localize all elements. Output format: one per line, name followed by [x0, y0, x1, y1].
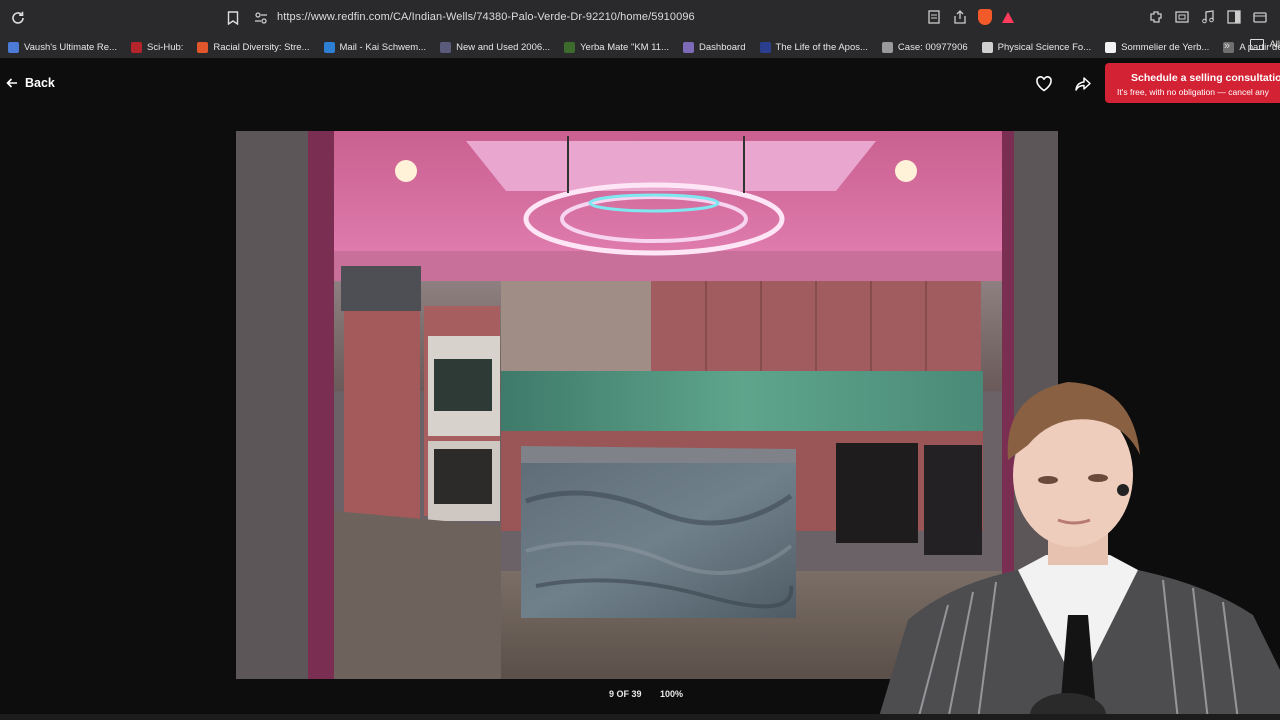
extensions-icon[interactable] — [1148, 9, 1164, 25]
bookmark-item[interactable]: Physical Science Fo... — [981, 41, 1091, 53]
screenshot-icon[interactable] — [1174, 9, 1190, 25]
cta-title: Schedule a selling consultation — [1131, 72, 1280, 84]
address-actions — [926, 9, 1014, 27]
all-bookmarks-button[interactable]: All — [1250, 39, 1280, 50]
bookmark-item[interactable]: Racial Diversity: Stre... — [197, 41, 310, 53]
bookmarks-bar: Vaush's Ultimate Re... Sci-Hub: Racial D… — [0, 36, 1280, 58]
bookmark-item[interactable]: The Life of the Apos... — [759, 41, 868, 53]
zoom-level[interactable]: 100% — [660, 689, 683, 699]
media-icon[interactable] — [1200, 9, 1216, 25]
bookmark-item[interactable]: New and Used 2006... — [440, 41, 550, 53]
back-button[interactable]: Back — [6, 76, 55, 90]
folder-icon — [1250, 39, 1265, 50]
bottom-bar — [0, 714, 1280, 720]
bookmark-item[interactable]: Dashboard — [683, 41, 746, 53]
cta-subtitle: It's free, with no obligation — cancel a… — [1117, 87, 1269, 97]
favorite-heart-icon[interactable] — [1035, 75, 1053, 93]
share-arrow-icon[interactable] — [1074, 75, 1092, 93]
sidebar-icon[interactable] — [1226, 9, 1242, 25]
site-info-icon[interactable] — [254, 11, 268, 25]
reader-mode-icon[interactable] — [926, 9, 942, 25]
reload-icon[interactable] — [10, 10, 26, 26]
schedule-consultation-button[interactable]: Schedule a selling consultation It's fre… — [1105, 63, 1280, 103]
photo-counter: 9 OF 39 — [609, 689, 642, 699]
extension-actions — [1148, 9, 1280, 27]
bookmark-item[interactable]: Sci-Hub: — [130, 41, 183, 53]
share-page-icon[interactable] — [952, 9, 968, 25]
bookmark-item[interactable]: Vaush's Ultimate Re... — [8, 41, 117, 53]
bookmark-favicon-icon — [564, 41, 576, 53]
bookmark-item[interactable]: Case: 00977906 — [881, 41, 968, 53]
streamer-webcam-image — [878, 382, 1280, 720]
brave-rewards-icon[interactable] — [1002, 12, 1014, 23]
bookmark-favicon-icon — [130, 41, 142, 53]
bookmark-item[interactable]: Sommelier de Yerb... — [1105, 41, 1209, 53]
wallet-icon[interactable] — [1252, 9, 1268, 25]
webcam-overlay — [878, 370, 1280, 720]
arrow-left-icon — [6, 78, 17, 88]
bookmark-icon[interactable] — [227, 11, 239, 25]
bookmark-item[interactable]: Mail - Kai Schwem... — [323, 41, 426, 53]
address-bar[interactable]: https://www.redfin.com/CA/Indian-Wells/7… — [277, 11, 695, 23]
bookmark-favicon-icon — [8, 41, 19, 53]
bookmark-item[interactable]: Yerba Mate "KM 11... — [564, 41, 669, 53]
browser-toolbar: https://www.redfin.com/CA/Indian-Wells/7… — [0, 0, 1280, 37]
back-label: Back — [25, 76, 55, 90]
bookmark-favicon-icon — [197, 41, 209, 53]
bookmark-favicon-icon — [881, 41, 893, 53]
bookmark-favicon-icon — [1105, 41, 1117, 53]
bookmark-favicon-icon — [683, 41, 695, 53]
brave-shields-icon[interactable] — [978, 9, 992, 25]
bookmark-favicon-icon — [440, 41, 452, 53]
bookmark-favicon-icon — [981, 41, 993, 53]
bookmarks-overflow-icon[interactable]: » — [1224, 40, 1230, 52]
bookmark-favicon-icon — [323, 41, 335, 53]
bookmark-favicon-icon — [759, 41, 771, 53]
